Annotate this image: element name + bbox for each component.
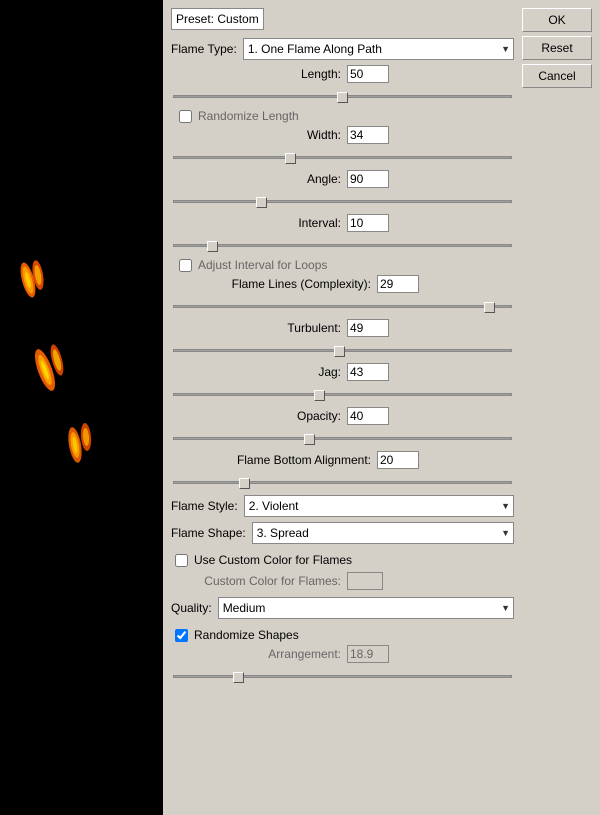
flame-shape-row: Flame Shape: 3. Spread <box>171 522 514 544</box>
flame-style-row: Flame Style: 2. Violent <box>171 495 514 517</box>
arrangement-row: Arrangement: <box>171 645 514 663</box>
length-slider[interactable] <box>173 88 512 104</box>
button-group: OK Reset Cancel <box>522 8 592 88</box>
ok-button[interactable]: OK <box>522 8 592 32</box>
flame-lines-input[interactable] <box>377 275 419 293</box>
use-custom-color-label: Use Custom Color for Flames <box>194 553 352 567</box>
cancel-button[interactable]: Cancel <box>522 64 592 88</box>
length-input[interactable] <box>347 65 389 83</box>
flame-bottom-label: Flame Bottom Alignment: <box>171 453 371 467</box>
interval-slider-row <box>171 235 514 255</box>
opacity-label: Opacity: <box>171 409 341 423</box>
length-slider-row <box>171 86 514 106</box>
angle-input[interactable] <box>347 170 389 188</box>
flame-lines-slider[interactable] <box>173 298 512 314</box>
flame-style-label: Flame Style: <box>171 499 238 513</box>
opacity-slider[interactable] <box>173 430 512 446</box>
angle-slider-row <box>171 191 514 211</box>
custom-color-row: Custom Color for Flames: <box>171 572 514 590</box>
width-label: Width: <box>171 128 341 142</box>
width-input[interactable] <box>347 126 389 144</box>
opacity-input[interactable] <box>347 407 389 425</box>
interval-slider[interactable] <box>173 237 512 253</box>
flame-bottom-input[interactable] <box>377 451 419 469</box>
quality-row: Quality: Medium <box>171 597 514 619</box>
length-label: Length: <box>171 67 341 81</box>
flame-shape-label: Flame Shape: <box>171 526 246 540</box>
angle-row: Angle: <box>171 170 514 188</box>
flame-type-row: Flame Type: 1. One Flame Along Path <box>171 38 514 60</box>
angle-slider[interactable] <box>173 193 512 209</box>
jag-input[interactable] <box>347 363 389 381</box>
turbulent-slider[interactable] <box>173 342 512 358</box>
randomize-shapes-row: Randomize Shapes <box>171 628 514 642</box>
flame-bottom-slider[interactable] <box>173 474 512 490</box>
turbulent-input[interactable] <box>347 319 389 337</box>
preview-panel <box>0 0 163 815</box>
flame-style-select[interactable]: 2. Violent <box>244 495 514 517</box>
width-slider[interactable] <box>173 149 512 165</box>
reset-button[interactable]: Reset <box>522 36 592 60</box>
quality-select-wrapper: Medium <box>218 597 514 619</box>
adjust-interval-label: Adjust Interval for Loops <box>198 258 327 272</box>
arrangement-slider-row <box>171 666 514 686</box>
use-custom-color-row: Use Custom Color for Flames <box>171 553 514 567</box>
jag-row: Jag: <box>171 363 514 381</box>
turbulent-row: Turbulent: <box>171 319 514 337</box>
arrangement-label: Arrangement: <box>171 647 341 661</box>
opacity-slider-row <box>171 428 514 448</box>
flame-shape-select[interactable]: 3. Spread <box>252 522 514 544</box>
flame-lines-label: Flame Lines (Complexity): <box>171 277 371 291</box>
quality-label: Quality: <box>171 601 212 615</box>
flame-shape-select-wrapper: 3. Spread <box>252 522 514 544</box>
flame-bottom-slider-row <box>171 472 514 492</box>
length-row: Length: <box>171 65 514 83</box>
custom-color-label: Custom Color for Flames: <box>171 574 341 588</box>
flame-type-label: Flame Type: <box>171 42 237 56</box>
interval-label: Interval: <box>171 216 341 230</box>
randomize-shapes-label: Randomize Shapes <box>194 628 299 642</box>
flame-style-select-wrapper: 2. Violent <box>244 495 514 517</box>
turbulent-label: Turbulent: <box>171 321 341 335</box>
jag-slider[interactable] <box>173 386 512 402</box>
flame-type-select[interactable]: 1. One Flame Along Path <box>243 38 514 60</box>
randomize-length-row: Randomize Length <box>171 109 514 123</box>
main-panel: Preset: Custom OK Reset Cancel Flame Typ… <box>163 0 600 815</box>
turbulent-slider-row <box>171 340 514 360</box>
randomize-shapes-checkbox[interactable] <box>175 629 188 642</box>
adjust-interval-checkbox[interactable] <box>179 259 192 272</box>
use-custom-color-checkbox[interactable] <box>175 554 188 567</box>
width-row: Width: <box>171 126 514 144</box>
opacity-row: Opacity: <box>171 407 514 425</box>
jag-slider-row <box>171 384 514 404</box>
adjust-interval-row: Adjust Interval for Loops <box>171 258 514 272</box>
flame-lines-row: Flame Lines (Complexity): <box>171 275 514 293</box>
flame-type-select-wrapper: 1. One Flame Along Path <box>243 38 514 60</box>
interval-row: Interval: <box>171 214 514 232</box>
randomize-length-label: Randomize Length <box>198 109 299 123</box>
width-slider-row <box>171 147 514 167</box>
custom-color-swatch[interactable] <box>347 572 383 590</box>
content-area: Flame Type: 1. One Flame Along Path Leng… <box>171 38 514 686</box>
quality-select[interactable]: Medium <box>218 597 514 619</box>
jag-label: Jag: <box>171 365 341 379</box>
interval-input[interactable] <box>347 214 389 232</box>
angle-label: Angle: <box>171 172 341 186</box>
arrangement-slider[interactable] <box>173 668 512 684</box>
preset-select[interactable]: Preset: Custom <box>171 8 264 30</box>
flame-lines-slider-row <box>171 296 514 316</box>
arrangement-input <box>347 645 389 663</box>
flame-bottom-row: Flame Bottom Alignment: <box>171 451 514 469</box>
randomize-length-checkbox[interactable] <box>179 110 192 123</box>
